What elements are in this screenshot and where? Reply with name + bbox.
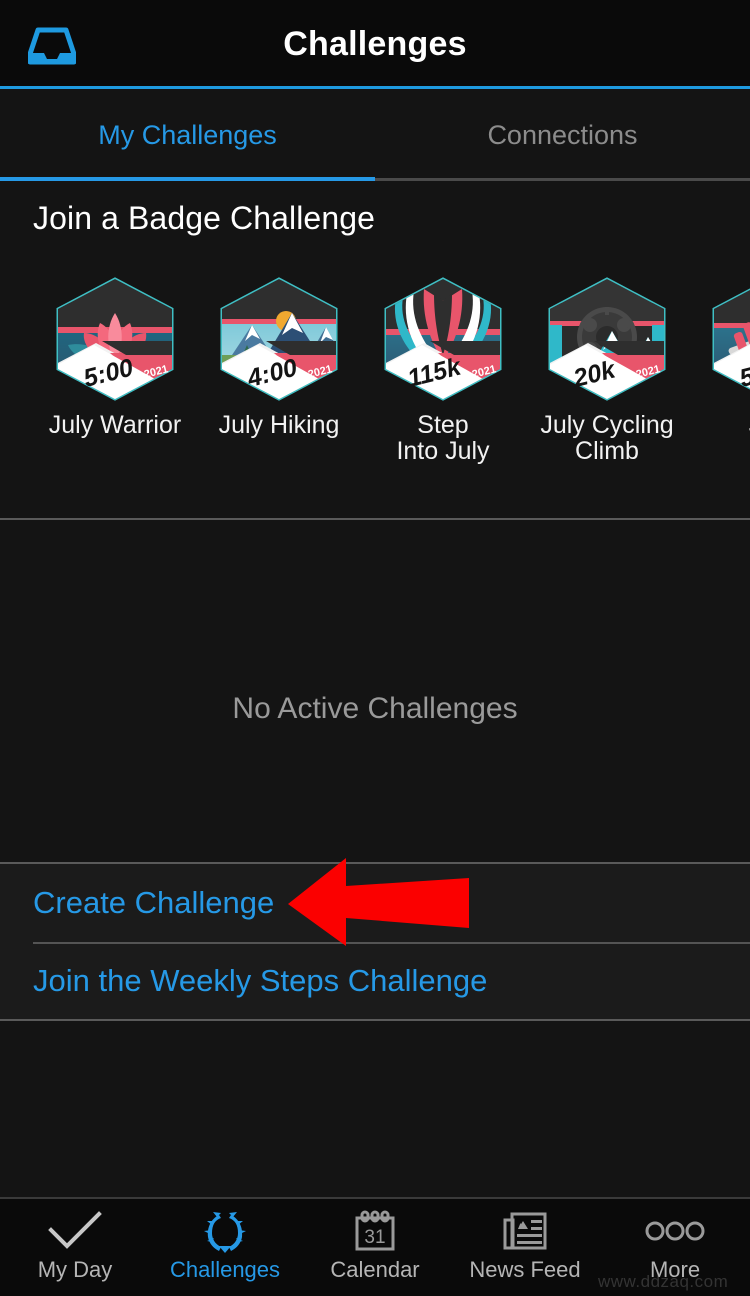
tab-connections[interactable]: Connections bbox=[375, 89, 750, 181]
badge-label: July Hiking bbox=[219, 412, 340, 438]
content-filler bbox=[0, 1021, 750, 1197]
badge-item-july-cycling-climb[interactable]: 20k 2021 July Cycling Climb bbox=[525, 275, 689, 464]
checkmark-icon bbox=[47, 1209, 103, 1253]
nav-label-news-feed: News Feed bbox=[469, 1257, 580, 1283]
badge-item-step-into-july[interactable]: 115k 2021 Step Into July bbox=[361, 275, 525, 464]
watermark: www.ddzaq.com bbox=[598, 1272, 728, 1292]
nav-item-challenges[interactable]: Challenges bbox=[150, 1199, 300, 1296]
badge-label: July Warrior bbox=[49, 412, 181, 438]
badge-item-july-partial[interactable]: 5:00 July bbox=[689, 275, 750, 438]
lotus-flower-badge-icon: 5:00 2021 bbox=[50, 275, 180, 403]
tab-active-indicator bbox=[0, 177, 375, 181]
calendar-31-icon: 31 bbox=[353, 1209, 397, 1253]
nav-label-challenges: Challenges bbox=[170, 1257, 280, 1283]
empty-state-area: No Active Challenges bbox=[0, 520, 750, 863]
badge-item-july-warrior[interactable]: 5:00 2021 July Warrior bbox=[33, 275, 197, 438]
badge-label: July Cycling Climb bbox=[540, 412, 673, 464]
create-challenge-button[interactable]: Create Challenge bbox=[0, 864, 750, 942]
svg-text:31: 31 bbox=[364, 1227, 385, 1248]
tab-connections-label: Connections bbox=[487, 120, 637, 151]
badge-carousel[interactable]: 5:00 2021 July Warrior bbox=[0, 275, 750, 495]
empty-state-message: No Active Challenges bbox=[0, 692, 750, 726]
nav-item-news-feed[interactable]: News Feed bbox=[450, 1199, 600, 1296]
dumbbell-weights-badge-icon: 5:00 bbox=[706, 275, 750, 403]
badge-item-july-hiking[interactable]: 4:00 2021 July Hiking bbox=[197, 275, 361, 438]
app-header: Challenges bbox=[0, 0, 750, 88]
page-title: Challenges bbox=[0, 25, 750, 64]
join-weekly-steps-challenge-button[interactable]: Join the Weekly Steps Challenge bbox=[0, 942, 750, 1020]
mountain-landscape-badge-icon: 4:00 2021 bbox=[214, 275, 344, 403]
nav-item-calendar[interactable]: 31 Calendar bbox=[300, 1199, 450, 1296]
inbox-icon[interactable] bbox=[26, 22, 78, 68]
three-dots-icon bbox=[644, 1209, 706, 1253]
badge-label: Step Into July bbox=[396, 412, 489, 464]
challenges-screen: Challenges My Challenges Connections Joi… bbox=[0, 0, 750, 1296]
join-weekly-steps-label: Join the Weekly Steps Challenge bbox=[33, 963, 487, 999]
nav-label-calendar: Calendar bbox=[330, 1257, 419, 1283]
newspaper-icon bbox=[502, 1209, 548, 1253]
bike-gear-mountain-badge-icon: 20k 2021 bbox=[542, 275, 672, 403]
nav-item-my-day[interactable]: My Day bbox=[0, 1199, 150, 1296]
laurel-wreath-icon bbox=[198, 1209, 252, 1253]
tab-my-challenges-label: My Challenges bbox=[98, 120, 277, 151]
tab-bar: My Challenges Connections bbox=[0, 89, 750, 181]
tab-my-challenges[interactable]: My Challenges bbox=[0, 89, 375, 181]
running-shoe-wings-badge-icon: 115k 2021 bbox=[378, 275, 508, 403]
create-challenge-label: Create Challenge bbox=[33, 885, 274, 921]
badge-challenge-section: Join a Badge Challenge bbox=[0, 182, 750, 519]
nav-label-my-day: My Day bbox=[38, 1257, 113, 1283]
action-list: Create Challenge Join the Weekly Steps C… bbox=[0, 864, 750, 1021]
section-title: Join a Badge Challenge bbox=[33, 200, 375, 237]
